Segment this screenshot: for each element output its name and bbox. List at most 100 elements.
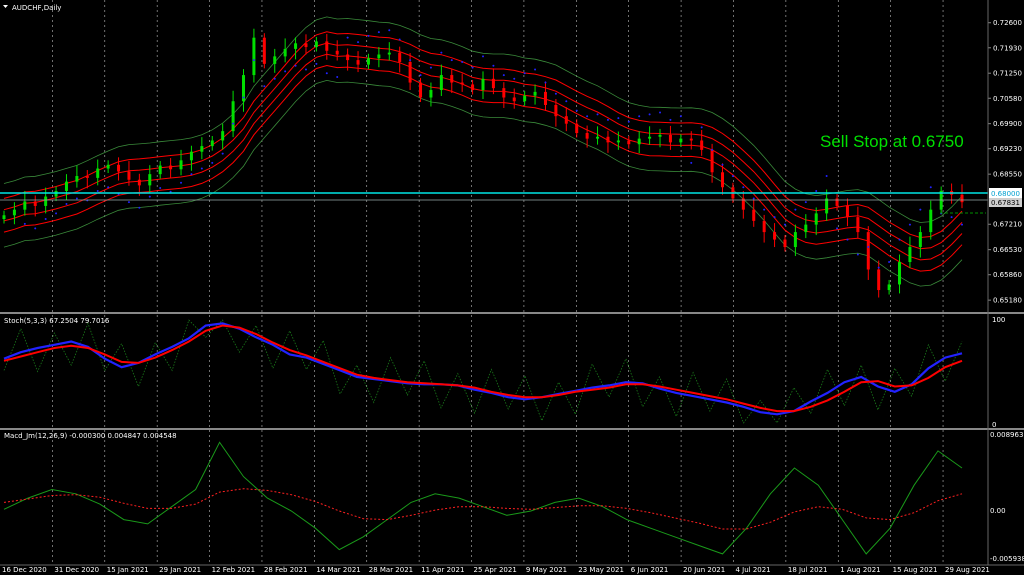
sar-dot (471, 66, 474, 69)
x-tick-label: 25 Apr 2021 (474, 566, 517, 574)
candle-body (169, 165, 173, 170)
sar-dot (690, 161, 693, 164)
macd-tick-top: 0.008963 (990, 431, 1023, 439)
candle-body (210, 140, 214, 147)
candle-body (44, 196, 48, 206)
candle-body (314, 41, 318, 48)
sar-dot (221, 152, 224, 155)
sar-dot (461, 60, 464, 63)
candle-body (137, 179, 141, 186)
price-box-label: 0.68000 (991, 190, 1020, 198)
outer-lower-band (3, 79, 963, 287)
sar-dot (55, 212, 58, 215)
chevron-down-icon[interactable] (3, 5, 8, 8)
sar-dot (377, 31, 380, 34)
candle-body (64, 181, 68, 191)
candle-body (762, 220, 766, 233)
y-tick-label: 0.71930 (993, 44, 1022, 52)
sar-dot (554, 92, 557, 95)
candle-body (793, 232, 797, 248)
y-tick-label: 0.70580 (993, 95, 1022, 103)
vertical-grid (52, 0, 944, 565)
candle-body (814, 213, 818, 225)
candle-body (627, 140, 631, 145)
candle-body (523, 95, 527, 102)
candle-body (23, 201, 27, 210)
y-tick-label: 0.71250 (993, 70, 1022, 78)
sar-dot (867, 246, 870, 249)
y-tick-label: 0.67210 (993, 221, 1022, 229)
candle-body (856, 217, 860, 233)
candle-body (533, 91, 537, 96)
x-tick-label: 14 Mar 2021 (316, 566, 360, 574)
x-tick-label: 20 Jun 2021 (683, 566, 725, 574)
candle-body (12, 209, 16, 216)
sar-dot (367, 34, 370, 37)
sar-dot (190, 173, 193, 176)
candle-body (877, 269, 881, 291)
candle-body (929, 209, 933, 233)
sar-dot (429, 66, 432, 69)
sar-dot (648, 113, 651, 116)
x-tick-label: 18 Jul 2021 (788, 566, 828, 574)
candle-body (54, 190, 58, 197)
candle-body (658, 134, 662, 137)
candle-body (158, 165, 162, 175)
candle-body (75, 176, 79, 182)
stoch-tick-100: 100 (992, 316, 1005, 324)
sar-dot (711, 148, 714, 151)
y-tick-label: 0.66530 (993, 246, 1022, 254)
sar-dot (263, 85, 266, 88)
x-tick-label: 12 Feb 2021 (212, 566, 256, 574)
sar-dot (586, 115, 589, 118)
sar-dot (919, 208, 922, 211)
stochastic-panel[interactable]: Stoch(5,3,3) 67.2504 79.7016 100 0 (3, 316, 1005, 429)
candle-body (752, 209, 756, 221)
sar-dot (492, 64, 495, 67)
sar-dot (961, 223, 963, 226)
sar-dot (200, 167, 203, 170)
candlesticks (2, 28, 964, 298)
main-price-panel[interactable]: AUDCHF​,Daily Sell Stop at 0.6750 0.7260… (0, 4, 1022, 305)
candle-body (866, 232, 870, 270)
candle-body (366, 58, 370, 65)
sar-dot (700, 126, 703, 129)
candle-body (148, 174, 152, 186)
current-price-label: 0.67831 (991, 199, 1020, 207)
candle-body (273, 56, 277, 64)
sar-dot (752, 197, 755, 200)
candle-body (679, 138, 683, 143)
sar-dot (34, 227, 37, 230)
sar-dot (679, 115, 682, 118)
sar-dot (846, 238, 849, 241)
chart-canvas[interactable]: AUDCHF​,Daily Sell Stop at 0.6750 0.7260… (0, 0, 1024, 575)
sar-dot (742, 186, 745, 189)
macd-tick-zero: 0.00 (990, 507, 1006, 515)
candle-body (2, 215, 6, 220)
x-tick-label: 6 Jun 2021 (631, 566, 669, 574)
sar-dot (398, 38, 401, 41)
sar-dot (908, 223, 911, 226)
candle-body (356, 60, 360, 65)
candle-body (262, 37, 266, 64)
sar-dot (669, 118, 672, 121)
sar-dot (596, 113, 599, 116)
sar-dot (929, 186, 932, 189)
sar-dot (783, 223, 786, 226)
sar-dot (294, 64, 297, 67)
candle-body (554, 104, 558, 117)
candle-body (773, 232, 777, 240)
candle-body (387, 52, 391, 55)
candle-body (606, 136, 610, 143)
candle-body (512, 97, 516, 102)
candle-body (96, 168, 100, 178)
sar-dot (815, 189, 818, 192)
x-tick-label: 23 May 2021 (578, 566, 624, 574)
sar-dot (638, 115, 641, 118)
candle-body (439, 75, 443, 91)
candle-body (85, 176, 89, 178)
sar-dot (65, 203, 68, 206)
sar-dot (856, 253, 859, 256)
sar-dot (825, 175, 828, 178)
candle-body (304, 43, 308, 48)
